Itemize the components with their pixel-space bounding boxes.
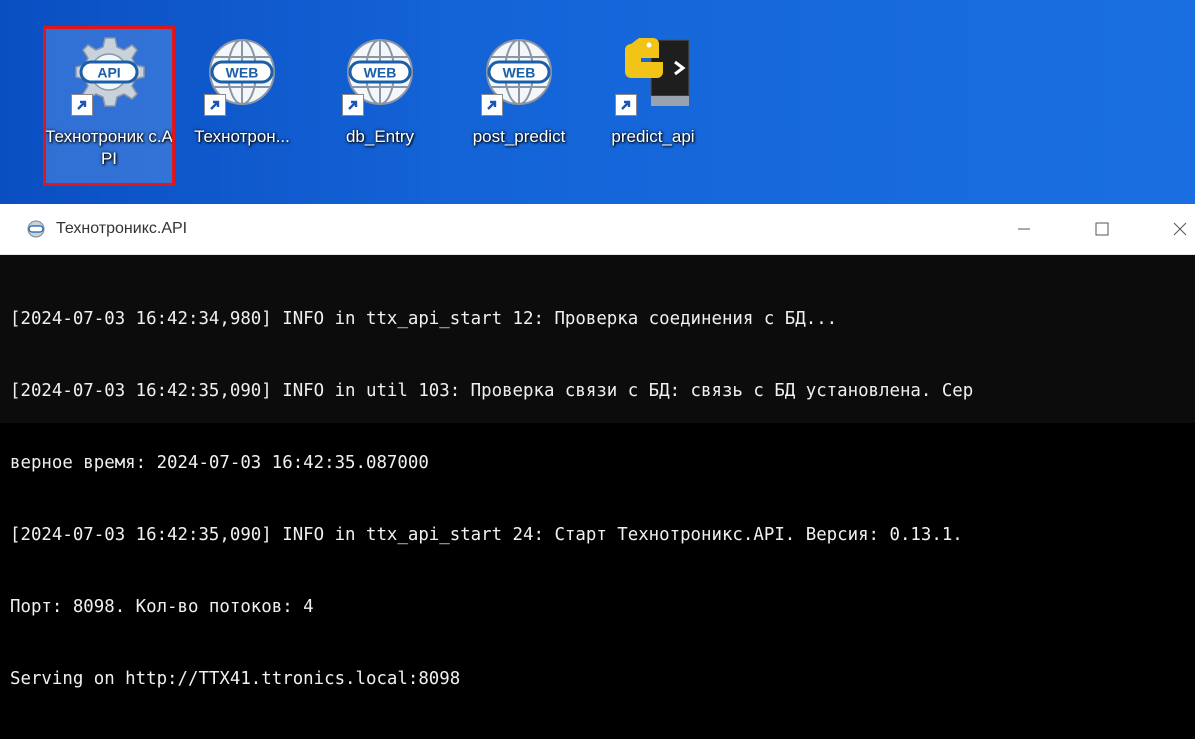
desktop-icon-label: predict_api xyxy=(611,127,695,146)
console-line: [2024-07-03 16:42:34,980] INFO in ttx_ap… xyxy=(10,309,838,329)
minimize-button[interactable] xyxy=(985,204,1063,254)
web-globe-icon: WEB xyxy=(479,32,559,116)
web-badge-text: WEB xyxy=(364,65,397,81)
shortcut-arrow-icon xyxy=(204,94,226,116)
web-globe-icon: WEB xyxy=(202,32,282,116)
close-button[interactable] xyxy=(1141,204,1195,254)
maximize-button[interactable] xyxy=(1063,204,1141,254)
console-line: Serving on http://TTX41.ttronics.local:8… xyxy=(10,669,461,689)
api-gear-icon: API xyxy=(69,32,149,116)
shortcut-arrow-icon xyxy=(615,94,637,116)
maximize-icon xyxy=(1095,222,1109,236)
desktop-icon-db-entry[interactable]: WEB db_Entry xyxy=(314,26,446,186)
desktop-icon-label: Технотроник с.API xyxy=(45,127,173,168)
web-globe-icon: WEB xyxy=(340,32,420,116)
console-output[interactable]: [2024-07-03 16:42:34,980] INFO in ttx_ap… xyxy=(0,255,1195,739)
desktop-icon-label: db_Entry xyxy=(345,127,415,146)
desktop-icon-label: post_predict xyxy=(472,127,566,146)
api-gear-icon xyxy=(26,219,46,239)
desktop-icon-tekhnotroniks-api[interactable]: API Технотроник с.API xyxy=(43,26,175,186)
desktop-icon-label: Технотрон... xyxy=(194,127,290,146)
console-line: [2024-07-03 16:42:35,090] INFO in ttx_ap… xyxy=(10,525,963,545)
api-badge-text: API xyxy=(97,65,120,81)
python-console-icon xyxy=(613,32,693,116)
minimize-icon xyxy=(1018,228,1030,230)
shortcut-arrow-icon xyxy=(71,94,93,116)
close-icon xyxy=(1173,222,1187,236)
desktop-icon-post-predict[interactable]: WEB post_predict xyxy=(453,26,585,186)
web-badge-text: WEB xyxy=(226,65,259,81)
desktop-icon-predict-api[interactable]: predict_api xyxy=(587,26,719,186)
console-window: Технотроникс.API [2024-07-03 16:42:34,98… xyxy=(0,204,1195,689)
desktop: API Технотроник с.API WEB Технотрон... W… xyxy=(0,0,1195,204)
console-line: [2024-07-03 16:42:35,090] INFO in util 1… xyxy=(10,381,974,401)
desktop-icon-tekhnotron[interactable]: WEB Технотрон... xyxy=(176,26,308,186)
console-line: верное время: 2024-07-03 16:42:35.087000 xyxy=(10,453,429,473)
web-badge-text: WEB xyxy=(503,65,536,81)
shortcut-arrow-icon xyxy=(481,94,503,116)
window-titlebar[interactable]: Технотроникс.API xyxy=(0,204,1195,255)
shortcut-arrow-icon xyxy=(342,94,364,116)
console-line: Порт: 8098. Кол-во потоков: 4 xyxy=(10,597,314,617)
window-title: Технотроникс.API xyxy=(56,220,188,237)
